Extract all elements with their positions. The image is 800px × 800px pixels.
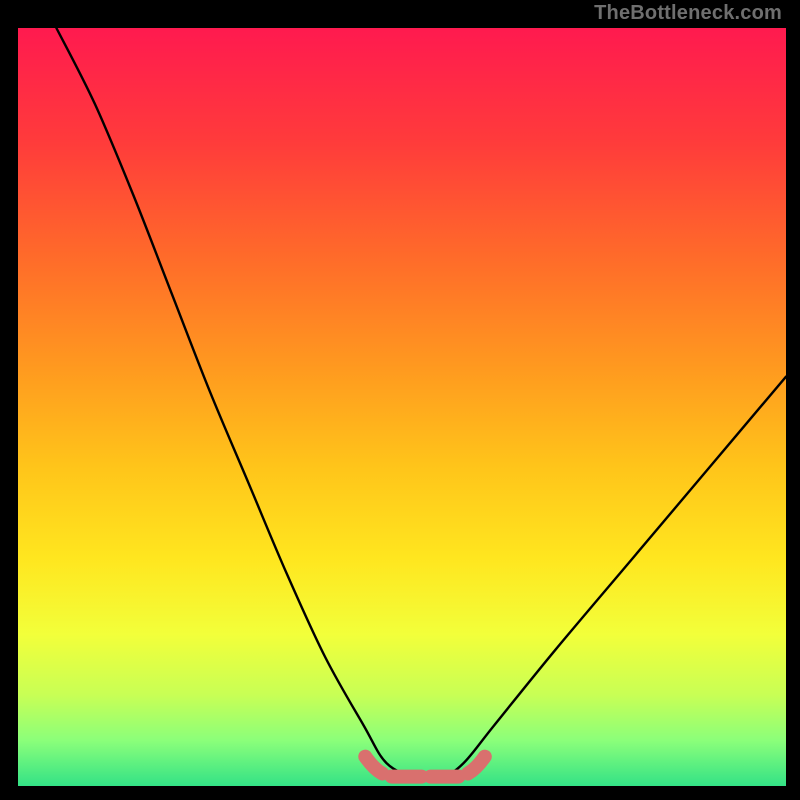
frame-bottom bbox=[0, 786, 800, 800]
heat-gradient bbox=[18, 28, 786, 786]
frame-right bbox=[786, 0, 800, 800]
watermark-text: TheBottleneck.com bbox=[594, 2, 782, 25]
frame-left bbox=[0, 0, 18, 800]
chart-stage: TheBottleneck.com bbox=[0, 0, 800, 800]
